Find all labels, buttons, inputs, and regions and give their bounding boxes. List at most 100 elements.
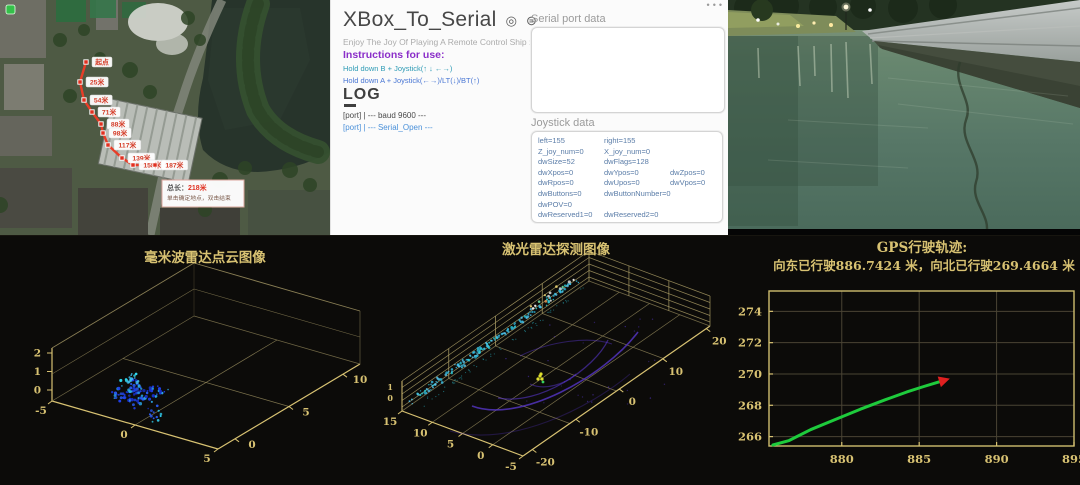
svg-text:0: 0	[248, 439, 255, 451]
gps-trajectory-chart: 880885890895266268270272274GPS行驶轨迹:向东已行驶…	[728, 236, 1080, 485]
matlab-figures-strip: -5050510210毫米波雷达点云图像 10151050-5-20-10010…	[0, 235, 1080, 485]
svg-text:0: 0	[387, 393, 393, 403]
svg-text:-5: -5	[505, 461, 517, 473]
svg-text:885: 885	[907, 452, 931, 466]
route-marker[interactable]	[84, 60, 88, 64]
svg-text:71米: 71米	[102, 108, 117, 117]
route-label: 71米	[98, 107, 120, 117]
route-marker[interactable]	[131, 163, 135, 167]
instructions-heading: Instructions for use:	[343, 49, 445, 61]
joystick-value: dwXpos=0	[538, 168, 604, 179]
route-marker[interactable]	[99, 122, 103, 126]
svg-text:272: 272	[738, 336, 762, 350]
svg-text:270: 270	[738, 367, 762, 381]
route-marker[interactable]	[120, 156, 124, 160]
svg-text:266: 266	[738, 430, 762, 444]
camera-photo	[728, 0, 1080, 235]
joystick-value: Z_joy_num=0	[538, 147, 604, 158]
svg-text:-10: -10	[579, 426, 598, 438]
target-icon[interactable]: ◎	[506, 14, 517, 27]
svg-text:54米: 54米	[94, 96, 109, 105]
joystick-data-row: dwSize=52dwFlags=128	[538, 157, 716, 168]
log-lines: [port] | --- baud 9600 ---[port] | --- S…	[343, 110, 433, 134]
route-marker[interactable]	[101, 131, 105, 135]
joystick-data-row: Z_joy_num=0X_joy_num=0	[538, 147, 716, 158]
joystick-data-box[interactable]: left=155right=155Z_joy_num=0X_joy_num=0d…	[531, 131, 723, 223]
joystick-value: right=155	[604, 136, 670, 147]
route-label: 54米	[90, 95, 112, 105]
route-label: 117米	[114, 140, 141, 150]
app-title: XBox_To_Serial	[343, 8, 497, 32]
instruction-lines: Hold down B + Joystick(↑ ↓ ←→)Hold down …	[343, 63, 479, 87]
svg-text:0: 0	[120, 429, 127, 441]
route-label: 98米	[109, 128, 131, 138]
route-marker[interactable]	[82, 98, 86, 102]
svg-text:10: 10	[413, 427, 428, 439]
app-subtitle: Enjoy The Joy Of Playing A Remote Contro…	[343, 37, 538, 47]
svg-text:GPS行驶轨迹:: GPS行驶轨迹:	[877, 239, 967, 256]
joystick-value: dwUpos=0	[604, 178, 670, 189]
screen: 起点25米54米71米88米98米117米139米158米187米总长：218米…	[0, 0, 1080, 485]
joystick-value: dwButtons=0	[538, 189, 604, 200]
svg-text:895: 895	[1062, 452, 1080, 466]
joystick-data-row: dwRpos=0dwUpos=0dwVpos=0	[538, 178, 716, 189]
svg-text:-20: -20	[536, 457, 555, 469]
joystick-data-row: left=155right=155	[538, 136, 716, 147]
route-marker[interactable]	[78, 80, 82, 84]
xbox-to-serial-app: ••• XBox_To_Serial ◎ ⊜ Enjoy The Joy Of …	[330, 0, 729, 235]
route-marker[interactable]	[153, 163, 157, 167]
joystick-data-row: dwPOV=0	[538, 200, 716, 211]
joystick-data-label: Joystick data	[531, 117, 595, 129]
svg-text:890: 890	[985, 452, 1009, 466]
svg-text:117米: 117米	[119, 141, 137, 150]
joystick-value: dwZpos=0	[670, 168, 729, 179]
svg-text:向东已行驶886.7424 米，向北已行驶269.4664: 向东已行驶886.7424 米，向北已行驶269.4664 米	[773, 258, 1075, 273]
svg-text:2: 2	[34, 348, 41, 360]
svg-text:总长：218米: 总长：218米	[167, 183, 208, 192]
svg-text:88米: 88米	[111, 120, 126, 129]
lake-scene	[728, 0, 1080, 235]
route-label: 88米	[107, 119, 129, 129]
joystick-value: dwPOV=0	[538, 200, 604, 211]
svg-text:10: 10	[668, 366, 683, 378]
instruction-line: Hold down B + Joystick(↑ ↓ ←→)	[343, 63, 479, 75]
route-marker[interactable]	[90, 110, 94, 114]
joystick-value: dwYpos=0	[604, 168, 670, 179]
joystick-value: dwButtonNumber=0	[604, 189, 670, 200]
window-menu-dots[interactable]: •••	[707, 0, 725, 10]
svg-text:0: 0	[477, 450, 484, 462]
svg-text:187米: 187米	[165, 161, 183, 170]
joystick-value: dwFlags=128	[604, 157, 670, 168]
svg-text:274: 274	[738, 304, 762, 318]
serial-port-data-box[interactable]	[531, 27, 725, 113]
joystick-value: dwRpos=0	[538, 178, 604, 189]
svg-text:1: 1	[34, 366, 41, 378]
svg-text:25米: 25米	[90, 78, 105, 87]
svg-text:15: 15	[383, 416, 398, 428]
route-label: 起点	[92, 57, 112, 67]
route-marker[interactable]	[106, 143, 110, 147]
joystick-value: left=155	[538, 136, 604, 147]
svg-text:毫米波雷达点云图像: 毫米波雷达点云图像	[144, 249, 266, 266]
joystick-value: dwReserved1=0	[538, 210, 604, 221]
log-line: [port] | --- baud 9600 ---	[343, 110, 433, 122]
svg-text:0: 0	[34, 385, 41, 397]
satellite-map[interactable]: 起点25米54米71米88米98米117米139米158米187米总长：218米…	[0, 0, 330, 235]
log-heading: LOG	[343, 86, 381, 104]
svg-text:-5: -5	[35, 405, 47, 417]
svg-text:10: 10	[353, 374, 368, 386]
lidar-detection-chart: 10151050-5-20-1001020激光雷达探测图像	[380, 236, 728, 485]
svg-text:1: 1	[387, 382, 393, 392]
log-line: [port] | --- Serial_Open ---	[343, 122, 433, 134]
joystick-data-row: dwReserved1=0dwReserved2=0	[538, 210, 716, 221]
route-overlay[interactable]: 起点25米54米71米88米98米117米139米158米187米总长：218米…	[0, 0, 330, 235]
joystick-data-row: dwXpos=0dwYpos=0dwZpos=0	[538, 168, 716, 179]
route-label: 25米	[86, 77, 108, 87]
log-divider	[344, 104, 356, 107]
route-label: 187米	[161, 160, 188, 170]
route-info-box: 总长：218米单击确定地点，双击结束	[162, 180, 244, 207]
joystick-value: dwVpos=0	[670, 178, 729, 189]
svg-text:单击确定地点，双击结束: 单击确定地点，双击结束	[167, 194, 231, 202]
joystick-value: dwSize=52	[538, 157, 604, 168]
joystick-data-row: dwButtons=0dwButtonNumber=0	[538, 189, 716, 200]
